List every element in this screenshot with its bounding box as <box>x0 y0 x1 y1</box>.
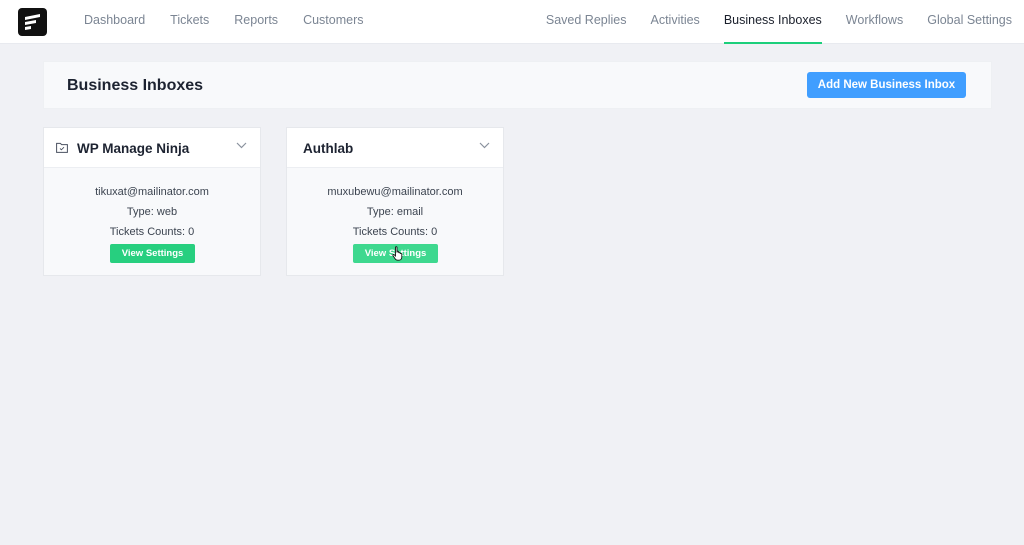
nav-activities[interactable]: Activities <box>650 0 699 44</box>
add-new-business-inbox-button[interactable]: Add New Business Inbox <box>807 72 966 98</box>
inbox-card: WP Manage Ninja tikuxat@mailinator.com T… <box>43 127 261 276</box>
inbox-type: Type: web <box>126 206 178 218</box>
inbox-ticket-count: Tickets Counts: 0 <box>109 226 195 238</box>
app-logo-icon[interactable] <box>18 8 47 36</box>
nav-dashboard[interactable]: Dashboard <box>84 0 145 44</box>
inbox-card-header: WP Manage Ninja <box>44 128 260 168</box>
nav-saved-replies[interactable]: Saved Replies <box>546 0 627 44</box>
top-navigation-bar: Dashboard Tickets Reports Customers Save… <box>0 0 1024 44</box>
view-settings-button[interactable]: View Settings <box>110 244 195 263</box>
nav-business-inboxes[interactable]: Business Inboxes <box>723 0 822 44</box>
nav-workflows[interactable]: Workflows <box>846 0 903 44</box>
nav-global-settings[interactable]: Global Settings <box>927 0 1012 44</box>
folder-icon <box>56 142 68 153</box>
inbox-card: Authlab muxubewu@mailinator.com Type: em… <box>286 127 504 276</box>
inbox-ticket-count: Tickets Counts: 0 <box>352 226 438 238</box>
chevron-down-icon[interactable] <box>479 142 490 149</box>
inbox-email: muxubewu@mailinator.com <box>327 186 463 198</box>
chevron-down-icon[interactable] <box>236 142 247 149</box>
page-header: Business Inboxes Add New Business Inbox <box>43 61 992 109</box>
inbox-name: WP Manage Ninja <box>77 141 190 156</box>
inbox-name: Authlab <box>303 141 354 156</box>
primary-nav: Dashboard Tickets Reports Customers <box>84 0 389 44</box>
inbox-card-header: Authlab <box>287 128 503 168</box>
secondary-nav: Saved Replies Activities Business Inboxe… <box>522 0 1012 44</box>
inbox-email: tikuxat@mailinator.com <box>95 186 209 198</box>
inbox-type: Type: email <box>366 206 424 218</box>
hand-pointer-icon <box>392 246 403 261</box>
logo-mark-icon <box>25 14 40 30</box>
nav-customers[interactable]: Customers <box>303 0 363 44</box>
page-title: Business Inboxes <box>67 77 204 94</box>
nav-reports[interactable]: Reports <box>234 0 278 44</box>
nav-tickets[interactable]: Tickets <box>170 0 209 44</box>
